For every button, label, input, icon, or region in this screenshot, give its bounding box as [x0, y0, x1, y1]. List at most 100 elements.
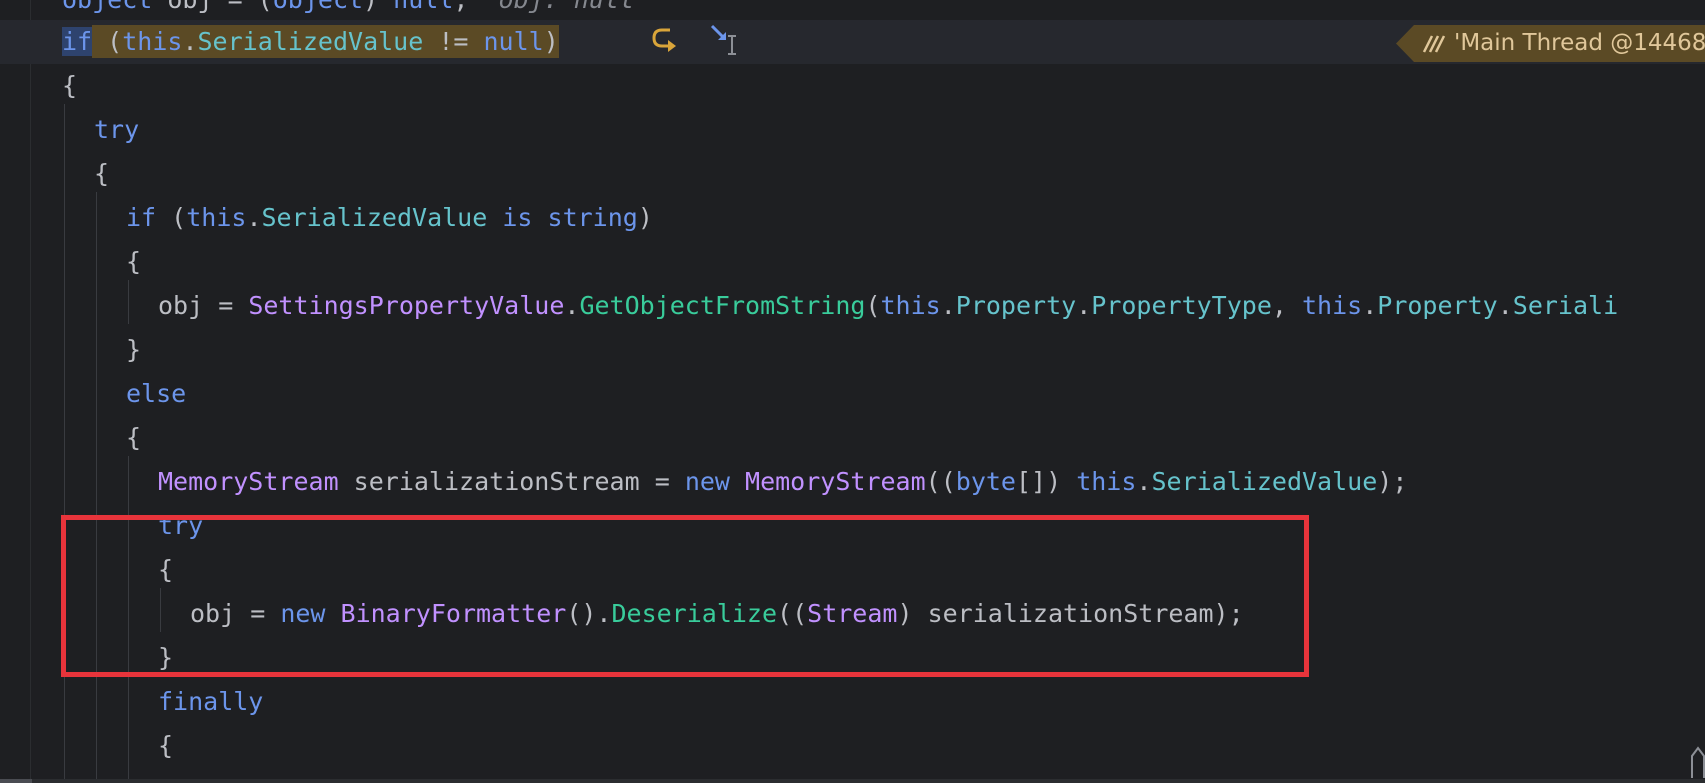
code-line-16[interactable]: } [0, 636, 1705, 680]
code-token: ) [543, 25, 559, 58]
code-token: string [547, 203, 638, 232]
code-token: null [393, 0, 453, 14]
code-token: new [684, 467, 730, 496]
code-line-content: try [158, 504, 203, 548]
code-line-11[interactable]: { [0, 416, 1705, 460]
thread-icon [1422, 35, 1446, 53]
code-token: } [126, 335, 142, 364]
code-token: try [158, 511, 204, 540]
code-line-content: else [126, 372, 186, 416]
code-token: { [158, 731, 174, 760]
code-token: BinaryFormatter [340, 599, 567, 628]
code-token: SerializedValue [261, 203, 488, 232]
code-token: obj = [158, 291, 249, 320]
code-line-content: { [126, 240, 141, 284]
code-line-content: if (this.SerializedValue != null) [62, 20, 559, 64]
code-line-3[interactable]: { [0, 64, 1705, 108]
code-line-14[interactable]: { [0, 548, 1705, 592]
code-token: this [880, 291, 941, 320]
code-token: []) [1015, 467, 1077, 496]
code-line-6[interactable]: if (this.SerializedValue is string) [0, 196, 1705, 240]
code-token: . [1362, 291, 1378, 320]
code-token: finally [158, 687, 264, 716]
code-token: GetObjectFromString [579, 291, 866, 320]
code-line-4[interactable]: try [0, 108, 1705, 152]
run-to-cursor-icon[interactable] [708, 22, 742, 56]
code-token: SerializedValue [1151, 467, 1378, 496]
code-token: null [483, 25, 544, 58]
code-token: . [1136, 467, 1152, 496]
code-token: (( [925, 467, 956, 496]
code-token: object [62, 0, 152, 14]
code-token: try [94, 115, 140, 144]
code-line-content: finally [158, 680, 263, 724]
code-token: , [1271, 291, 1302, 320]
code-token: ( [156, 203, 187, 232]
code-token: (). [566, 599, 612, 628]
code-line-content: { [62, 64, 77, 108]
code-line-content: { [158, 724, 173, 768]
code-token: SettingsPropertyValue [248, 291, 565, 320]
code-token: != [423, 25, 484, 58]
code-token: this [1076, 467, 1137, 496]
code-token: ); [1377, 467, 1408, 496]
code-token: obj: null [499, 0, 634, 14]
code-line-8[interactable]: obj = SettingsPropertyValue.GetObjectFro… [0, 284, 1705, 328]
code-token: Deserialize [611, 599, 778, 628]
code-line-content: { [126, 416, 141, 460]
code-token: . [246, 203, 262, 232]
code-line-content: { [94, 152, 109, 196]
code-token: . [182, 25, 198, 58]
code-token: Seriali [1512, 291, 1619, 320]
code-line-17[interactable]: finally [0, 680, 1705, 724]
horizontal-scrollbar[interactable] [0, 779, 1705, 783]
code-line-18[interactable]: { [0, 724, 1705, 768]
code-token: { [62, 71, 78, 100]
code-line-content: obj = new BinaryFormatter().Deserialize(… [190, 592, 1244, 636]
code-token: PropertyType [1091, 291, 1272, 320]
code-token: . [564, 291, 580, 320]
code-editor[interactable]: object obj = (object) null; obj: null if… [0, 0, 1705, 783]
code-line-content: if (this.SerializedValue is string) [126, 196, 653, 240]
code-token: Property [955, 291, 1077, 320]
code-token: Property [1377, 291, 1498, 320]
code-token: else [126, 379, 187, 408]
code-token: . [1076, 291, 1092, 320]
code-line-1[interactable]: object obj = (object) null; obj: null [0, 0, 1705, 22]
code-line-5[interactable]: { [0, 152, 1705, 196]
code-line-15[interactable]: obj = new BinaryFormatter().Deserialize(… [0, 592, 1705, 636]
code-line-content: } [126, 328, 141, 372]
code-line-12[interactable]: MemoryStream serializationStream = new M… [0, 460, 1705, 504]
code-line-7[interactable]: { [0, 240, 1705, 284]
code-token: { [126, 423, 142, 452]
inspection-widget-icon[interactable] [1688, 742, 1705, 779]
code-line-content: { [158, 548, 173, 592]
code-token: { [158, 555, 174, 584]
code-token: this [1302, 291, 1363, 320]
scrollbar-thumb[interactable] [0, 779, 32, 783]
code-token: { [94, 159, 110, 188]
code-line-10[interactable]: else [0, 372, 1705, 416]
code-token: ( [92, 25, 123, 58]
code-token: (( [777, 599, 808, 628]
code-line-13[interactable]: try [0, 504, 1705, 548]
code-token: ) [363, 0, 393, 14]
code-token: Stream [807, 599, 898, 628]
code-line-9[interactable]: } [0, 328, 1705, 372]
code-token: obj = [190, 599, 281, 628]
step-into-icon[interactable] [648, 24, 682, 58]
code-token: byte [955, 467, 1016, 496]
code-token: } [158, 643, 174, 672]
code-token: new [280, 599, 326, 628]
code-token: ( [865, 291, 881, 320]
code-line-content: try [94, 108, 139, 152]
code-token: ) [637, 203, 653, 232]
debugger-thread-label: 'Main Thread @14468 [1454, 30, 1705, 56]
code-token: ) serializationStream); [897, 599, 1244, 628]
code-token: this [186, 203, 247, 232]
code-token: MemoryStream [745, 467, 926, 496]
debugger-thread-badge[interactable]: 'Main Thread @14468 [1396, 25, 1705, 62]
code-token: . [1497, 291, 1513, 320]
